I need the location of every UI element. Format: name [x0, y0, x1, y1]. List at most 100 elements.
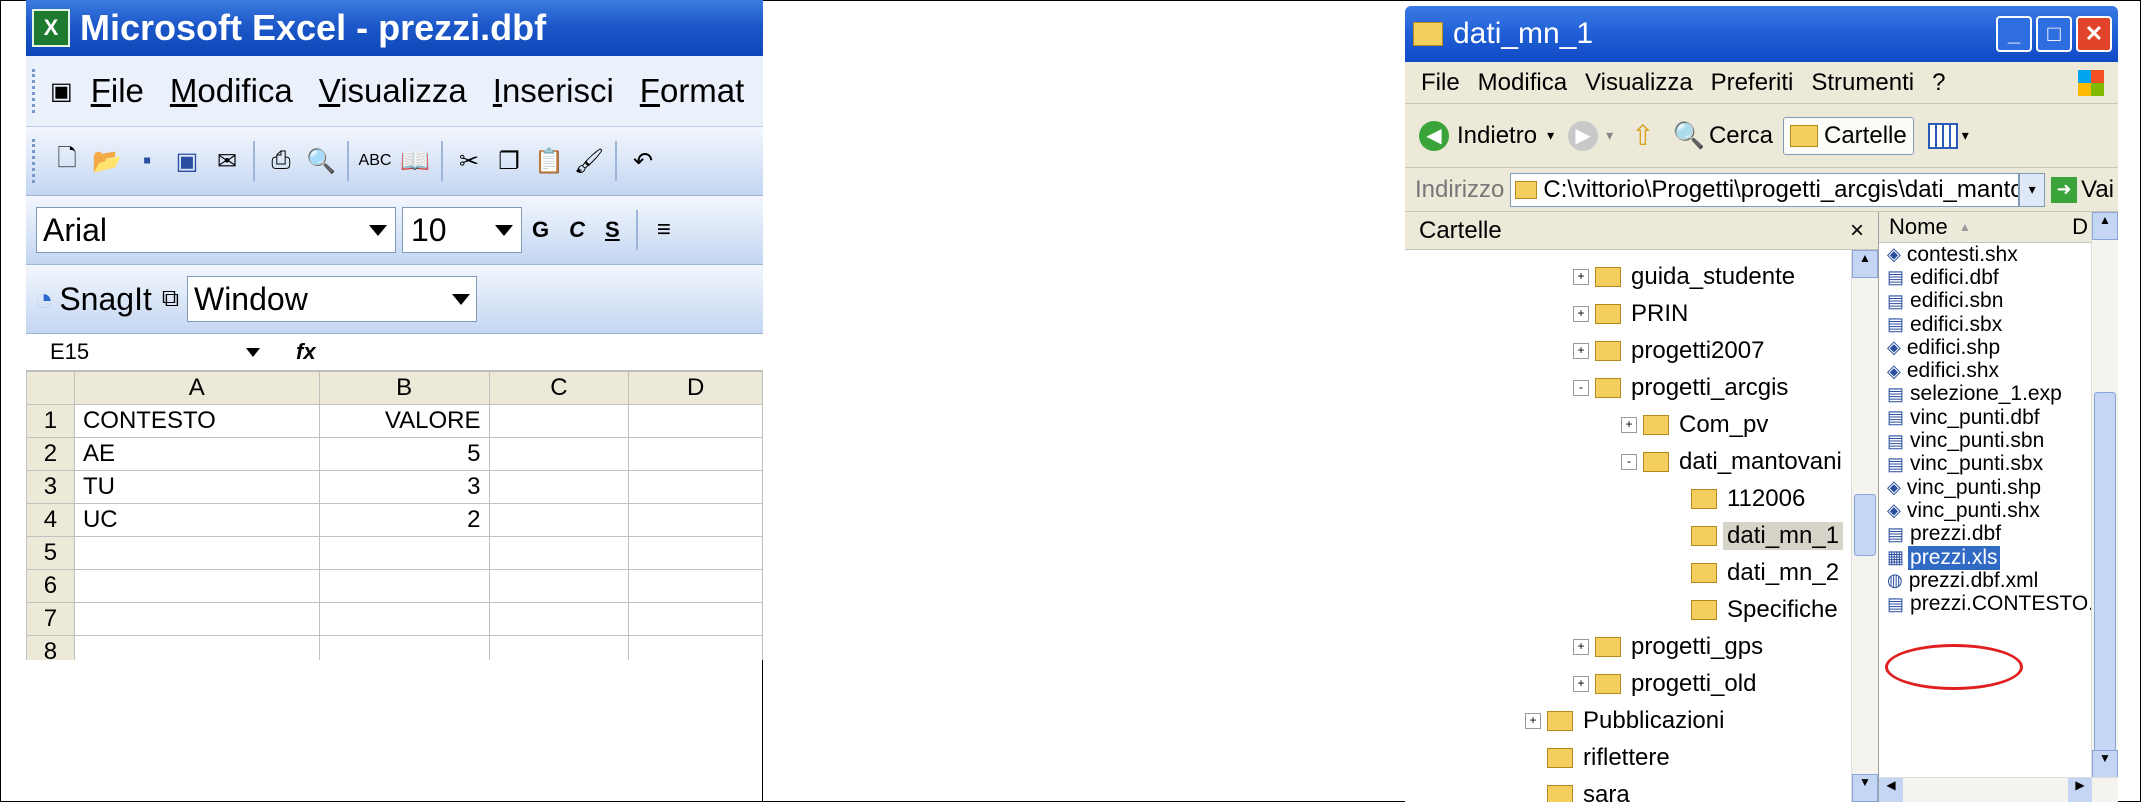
row-header[interactable]: 2 — [26, 437, 75, 471]
column-header-a[interactable]: A — [73, 371, 320, 405]
expand-icon[interactable]: + — [1621, 416, 1637, 433]
select-all-corner[interactable] — [26, 371, 75, 405]
explorer-menu-item[interactable]: ? — [1932, 69, 1945, 97]
forward-button[interactable]: ▶ ▾ — [1568, 120, 1613, 151]
snagit-window-select[interactable]: Window — [186, 276, 477, 322]
column-header-d[interactable]: D — [628, 371, 763, 405]
close-button[interactable]: ✕ — [2076, 16, 2112, 52]
cut-icon[interactable]: ✂ — [454, 146, 484, 176]
fx-icon[interactable]: fx — [296, 339, 316, 365]
save-icon[interactable]: ▪ — [132, 146, 162, 176]
tree-item[interactable]: + PRIN — [1405, 295, 1878, 332]
format-painter-icon[interactable]: 🖌 — [574, 146, 604, 176]
cell-b[interactable]: 3 — [318, 470, 490, 504]
expand-icon[interactable]: + — [1573, 268, 1589, 285]
search-button[interactable]: 🔍 Cerca — [1673, 120, 1773, 151]
file-scrollbar[interactable]: ▲ ▼ — [2091, 212, 2118, 778]
paste-icon[interactable]: 📋 — [534, 146, 564, 176]
tree-item[interactable]: + progetti_old — [1405, 665, 1878, 702]
cell-b[interactable]: VALORE — [318, 404, 490, 438]
cell-c[interactable] — [488, 404, 630, 438]
tree-item[interactable]: 112006 — [1405, 480, 1878, 517]
cell-a[interactable]: AE — [73, 437, 320, 471]
file-item[interactable]: ◍ prezzi.dbf.xml — [1879, 569, 2118, 592]
file-item[interactable]: ▤ prezzi.CONTESTO.atx — [1879, 592, 2118, 615]
cell-d[interactable] — [628, 536, 763, 570]
tree-item[interactable]: + progetti2007 — [1405, 332, 1878, 369]
explorer-menu-item[interactable]: Strumenti — [1811, 69, 1914, 97]
expand-icon[interactable]: + — [1573, 342, 1589, 359]
open-icon[interactable]: 📂 — [92, 146, 122, 176]
column-header-c[interactable]: C — [488, 371, 630, 405]
cell-b[interactable] — [318, 536, 490, 570]
new-icon[interactable]: 🗋 — [52, 145, 82, 176]
print-preview-icon[interactable]: 🔍 — [306, 146, 336, 176]
scroll-left-button[interactable]: ◀ — [1879, 778, 1903, 802]
menu-modifica[interactable]: Modifica — [170, 72, 293, 110]
cell-c[interactable] — [488, 503, 630, 537]
explorer-menu-item[interactable]: File — [1421, 69, 1460, 97]
cell-c[interactable] — [488, 470, 630, 504]
tree-item[interactable]: + Com_pv — [1405, 406, 1878, 443]
views-button[interactable]: ▾ — [1927, 122, 1969, 149]
font-size-select[interactable]: 10 — [402, 207, 522, 253]
maximize-button[interactable]: □ — [2036, 16, 2072, 52]
row-header[interactable]: 6 — [26, 569, 75, 603]
row-header[interactable]: 5 — [26, 536, 75, 570]
file-item[interactable]: ▤ vinc_punti.sbx — [1879, 452, 2118, 476]
cell-b[interactable]: 2 — [318, 503, 490, 537]
menu-formato[interactable]: Format — [640, 72, 745, 110]
align-left-icon[interactable]: ≡ — [649, 215, 679, 245]
cell-a[interactable]: CONTESTO — [73, 404, 320, 438]
cell-d[interactable] — [628, 635, 763, 660]
cell-a[interactable] — [73, 602, 320, 636]
explorer-menu-item[interactable]: Modifica — [1478, 69, 1567, 97]
cell-c[interactable] — [488, 536, 630, 570]
name-box[interactable]: E15 — [26, 339, 260, 365]
cell-d[interactable] — [628, 437, 763, 471]
cell-d[interactable] — [628, 503, 763, 537]
scroll-right-button[interactable]: ▶ — [2068, 778, 2092, 802]
spelling-icon[interactable]: ABC — [359, 146, 392, 176]
cell-c[interactable] — [488, 437, 630, 471]
file-item[interactable]: ◈ edifici.shp — [1879, 336, 2118, 359]
tree-item[interactable]: - dati_mantovani — [1405, 443, 1878, 480]
file-item[interactable]: ▤ edifici.sbx — [1879, 313, 2118, 336]
go-button[interactable]: ➜ Vai — [2051, 176, 2114, 204]
back-button[interactable]: ◀ Indietro ▾ — [1419, 120, 1554, 151]
file-item[interactable]: ◈ contesti.shx — [1879, 243, 2118, 266]
menu-visualizza[interactable]: Visualizza — [319, 72, 467, 110]
expand-icon[interactable]: + — [1573, 305, 1589, 322]
file-item[interactable]: ◈ edifici.shx — [1879, 359, 2118, 382]
collapse-icon[interactable]: - — [1573, 379, 1589, 396]
menu-inserisci[interactable]: Inserisci — [493, 72, 614, 110]
cell-a[interactable]: UC — [73, 503, 320, 537]
copy-icon[interactable]: ❐ — [494, 146, 524, 176]
file-item[interactable]: ◈ vinc_punti.shp — [1879, 476, 2118, 499]
column-header-b[interactable]: B — [318, 371, 490, 405]
tree-item[interactable]: - progetti_arcgis — [1405, 369, 1878, 406]
cell-c[interactable] — [488, 569, 630, 603]
file-item[interactable]: ▤ edifici.dbf — [1879, 266, 2118, 289]
folders-button[interactable]: Cartelle — [1783, 116, 1914, 155]
minimize-button[interactable]: _ — [1996, 16, 2032, 52]
bold-button[interactable]: G — [532, 217, 549, 243]
column-next-header[interactable]: D — [2072, 214, 2088, 240]
permission-icon[interactable]: ▣ — [172, 146, 202, 176]
tree-scrollbar[interactable]: ▲ ▼ — [1851, 250, 1878, 802]
underline-button[interactable]: S — [605, 217, 620, 243]
tree-item[interactable]: dati_mn_1 — [1405, 517, 1878, 554]
chevron-down-icon[interactable]: ▾ — [2019, 172, 2046, 207]
scroll-thumb[interactable] — [2094, 392, 2116, 754]
row-header[interactable]: 1 — [26, 404, 75, 438]
scroll-up-button[interactable]: ▲ — [2092, 212, 2118, 240]
cell-a[interactable] — [73, 635, 320, 660]
column-name-header[interactable]: Nome — [1879, 214, 2072, 240]
file-item[interactable]: ▤ vinc_punti.sbn — [1879, 429, 2118, 452]
tree-item[interactable]: + progetti_gps — [1405, 628, 1878, 665]
undo-icon[interactable]: ↶ — [628, 146, 658, 176]
row-header[interactable]: 8 — [26, 635, 75, 660]
cell-d[interactable] — [628, 470, 763, 504]
tree-item[interactable]: dati_mn_2 — [1405, 554, 1878, 591]
tree-item[interactable]: + Pubblicazioni — [1405, 702, 1878, 739]
